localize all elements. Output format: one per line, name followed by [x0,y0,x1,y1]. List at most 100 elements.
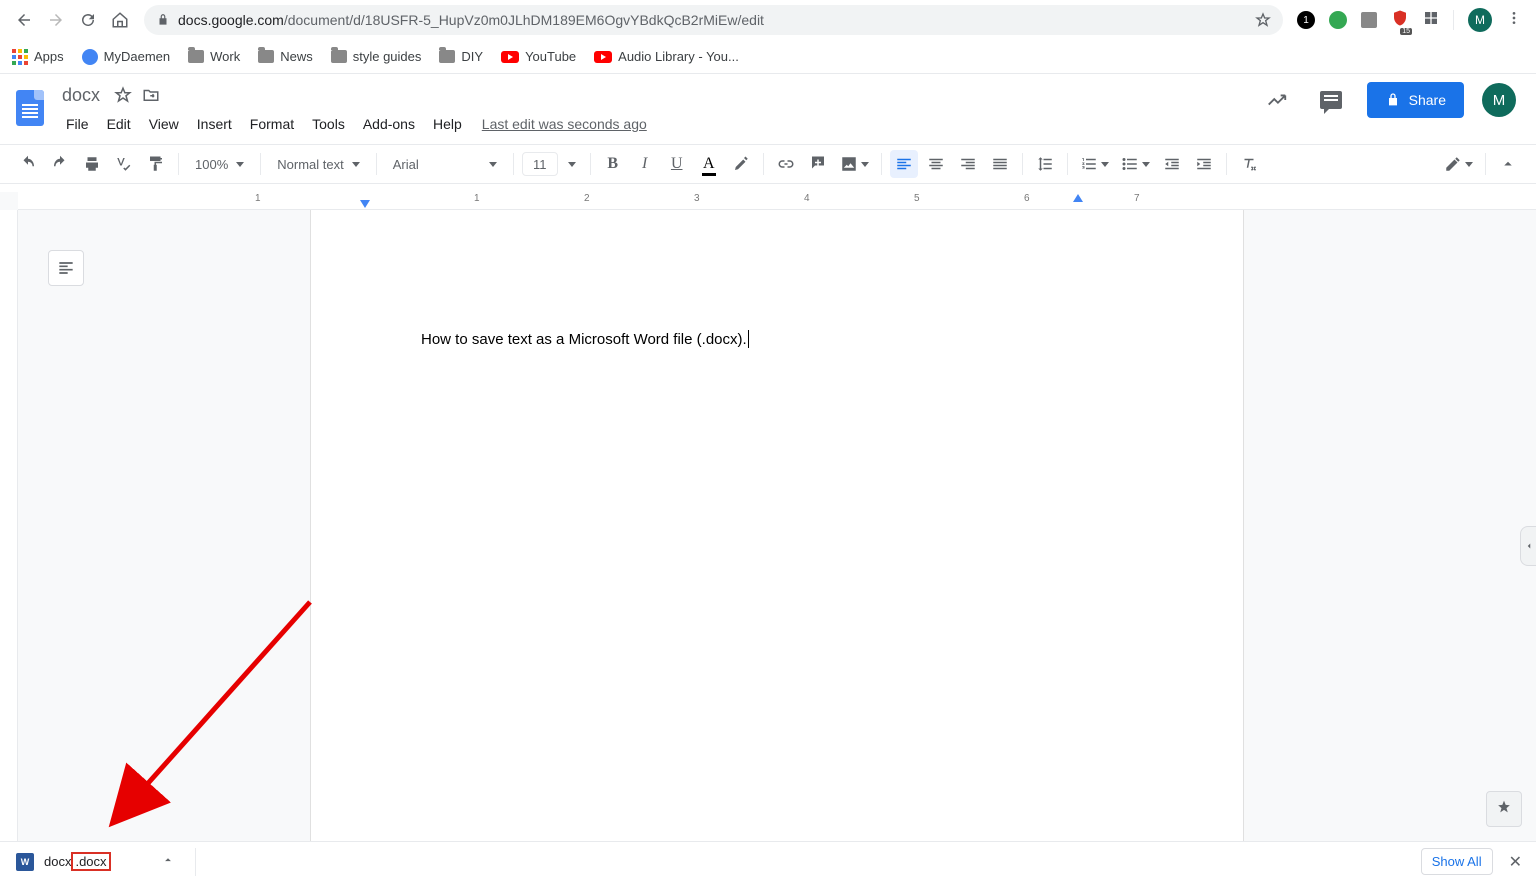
highlight-button[interactable] [727,150,755,178]
zoom-select[interactable]: 100% [187,157,252,172]
increase-indent-button[interactable] [1190,150,1218,178]
list-bulleted-icon [1121,155,1139,173]
paragraph-style-select[interactable]: Normal text [269,157,367,172]
italic-button[interactable]: I [631,150,659,178]
undo-button[interactable] [14,150,42,178]
align-center-button[interactable] [922,150,950,178]
editing-mode-button[interactable] [1440,150,1477,178]
caret-icon [352,162,360,167]
document-title[interactable]: docx [58,83,104,108]
profile-avatar[interactable]: M [1468,8,1492,32]
ruler-number: 1 [474,193,480,204]
download-options-button[interactable] [161,853,175,870]
last-edit-link[interactable]: Last edit was seconds ago [482,116,647,132]
separator [881,153,882,175]
bulleted-list-button[interactable] [1117,150,1154,178]
extension-grid-icon[interactable] [1423,10,1439,31]
extension-icon[interactable] [1329,11,1347,29]
insert-link-button[interactable] [772,150,800,178]
bookmark-mydaemen[interactable]: MyDaemen [82,49,170,65]
star-button[interactable] [114,86,132,104]
menu-insert[interactable]: Insert [189,112,240,136]
bookmark-label: Work [210,49,240,64]
text-color-icon: A [703,155,715,173]
menu-view[interactable]: View [141,112,187,136]
outline-toggle-button[interactable] [48,250,84,286]
bookmark-style[interactable]: style guides [331,49,422,64]
align-justify-button[interactable] [986,150,1014,178]
activity-button[interactable] [1259,82,1295,118]
menu-format[interactable]: Format [242,112,302,136]
bookmark-audio[interactable]: Audio Library - You... [594,49,739,64]
comments-button[interactable] [1313,82,1349,118]
clear-formatting-button[interactable] [1235,150,1263,178]
hide-menus-button[interactable] [1494,150,1522,178]
document-page[interactable]: How to save text as a Microsoft Word fil… [311,210,1243,841]
account-avatar[interactable]: M [1482,83,1516,117]
bookmark-label: MyDaemen [104,49,170,64]
ruler-number: 3 [694,193,700,204]
menu-help[interactable]: Help [425,112,470,136]
folder-icon [258,50,274,63]
redo-button[interactable] [46,150,74,178]
align-right-button[interactable] [954,150,982,178]
line-spacing-button[interactable] [1031,150,1059,178]
menu-edit[interactable]: Edit [99,112,139,136]
extension-badge[interactable]: 1 [1297,11,1315,29]
ruler-number: 7 [1134,193,1140,204]
explore-button[interactable] [1486,791,1522,827]
page-scroll-area[interactable]: How to save text as a Microsoft Word fil… [18,210,1536,841]
reload-button[interactable] [74,6,102,34]
menu-file[interactable]: File [58,112,97,136]
apps-shortcut[interactable]: Apps [12,49,64,65]
extension-icon[interactable] [1361,12,1377,28]
side-panel-toggle[interactable] [1520,526,1536,566]
address-bar[interactable]: docs.google.com/document/d/18USFR-5_HupV… [144,5,1283,35]
caret-icon[interactable] [568,162,576,167]
menu-tools[interactable]: Tools [304,112,353,136]
bookmark-diy[interactable]: DIY [439,49,483,64]
print-button[interactable] [78,150,106,178]
text-color-button[interactable]: A [695,150,723,178]
move-button[interactable] [142,86,160,104]
reload-icon [79,11,97,29]
lock-icon [1385,92,1401,108]
style-value: Normal text [277,157,343,172]
menu-addons[interactable]: Add-ons [355,112,423,136]
decrease-indent-button[interactable] [1158,150,1186,178]
forward-button[interactable] [42,6,70,34]
folder-icon [331,50,347,63]
bold-button[interactable]: B [599,150,627,178]
separator [178,153,179,175]
share-button[interactable]: Share [1367,82,1464,118]
horizontal-ruler[interactable]: 1 1 2 3 4 5 6 7 [18,192,1536,210]
spellcheck-button[interactable] [110,150,138,178]
bookmark-work[interactable]: Work [188,49,240,64]
show-all-downloads-button[interactable]: Show All [1421,848,1493,875]
align-left-button[interactable] [890,150,918,178]
paint-format-button[interactable] [142,150,170,178]
font-select[interactable]: Arial [385,157,505,172]
bookmarks-bar: Apps MyDaemen Work News style guides DIY… [0,40,1536,74]
back-button[interactable] [10,6,38,34]
add-comment-button[interactable] [804,150,832,178]
star-icon[interactable] [1255,12,1271,28]
vertical-ruler[interactable] [0,210,18,841]
bookmark-youtube[interactable]: YouTube [501,49,576,64]
indent-marker[interactable] [360,200,370,208]
close-download-bar-button[interactable]: ✕ [1509,852,1522,872]
extension-shield-icon[interactable] [1391,9,1409,32]
indent-marker[interactable] [1073,194,1083,202]
home-button[interactable] [106,6,134,34]
document-text[interactable]: How to save text as a Microsoft Word fil… [421,331,749,348]
download-bar: W docx.docx Show All ✕ [0,841,1536,881]
download-item[interactable]: W docx.docx [14,847,181,877]
font-size-input[interactable]: 11 [522,152,558,176]
docs-home-button[interactable] [10,82,50,134]
underline-button[interactable]: U [663,150,691,178]
insert-image-button[interactable] [836,150,873,178]
bookmark-news[interactable]: News [258,49,313,64]
caret-icon [1142,162,1150,167]
numbered-list-button[interactable] [1076,150,1113,178]
chrome-menu-icon[interactable] [1506,10,1522,31]
